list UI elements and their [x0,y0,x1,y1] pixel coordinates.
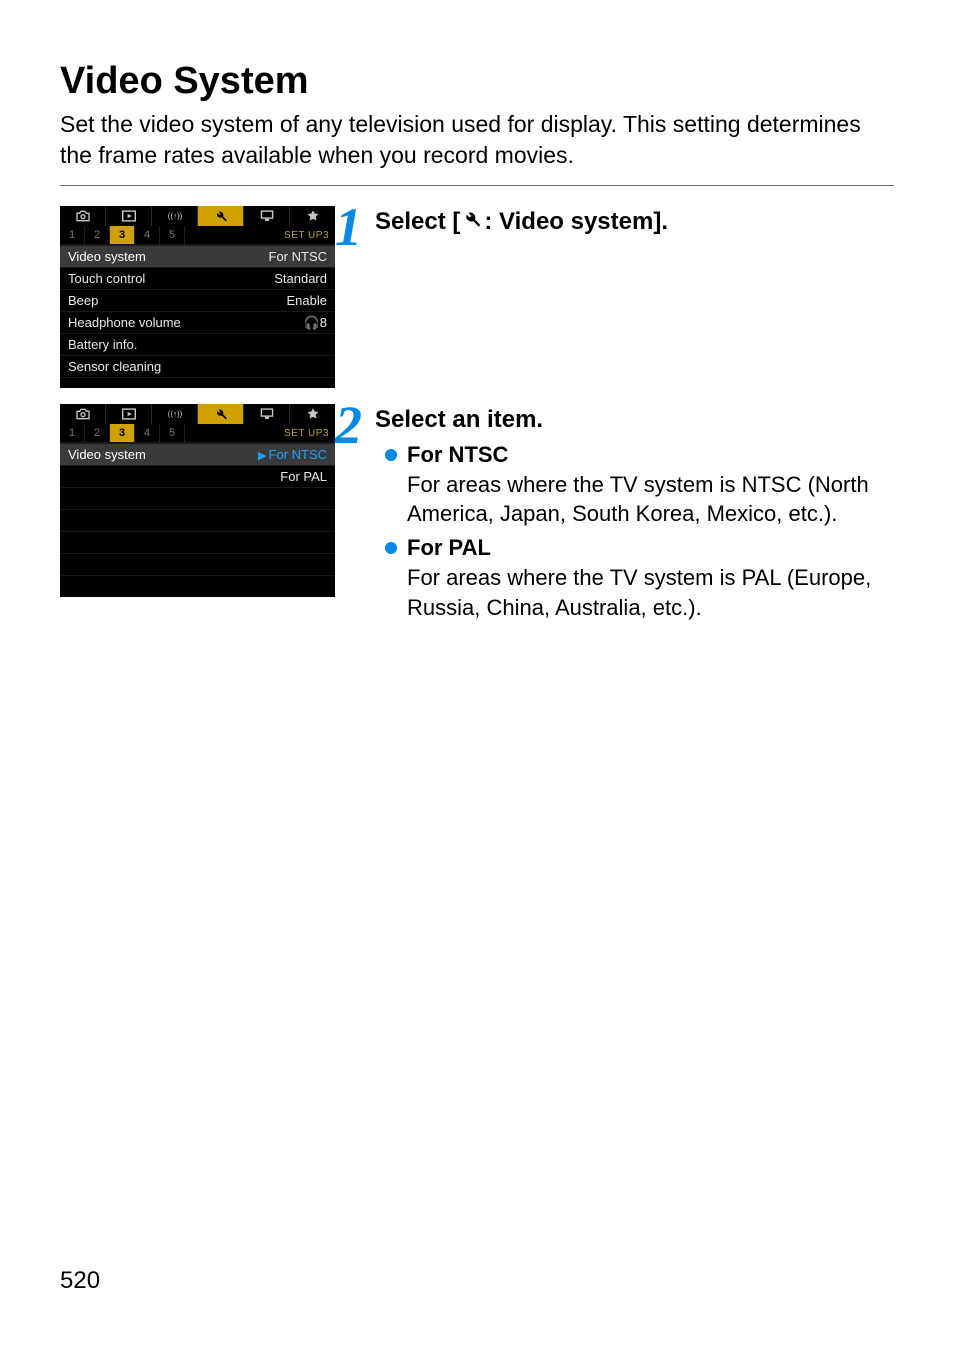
camera-menu-screenshot-2: ((↑))12345SET UP3Video system▶For NTSCFo… [60,404,335,597]
menu-row: For PAL [60,465,335,487]
svg-text:((↑)): ((↑)) [167,410,182,419]
menu-row: Video systemFor NTSC [60,245,335,267]
menu-tab-display-icon [244,206,290,226]
menu-subtab-4: 4 [135,226,160,244]
menu-subtab-2: 2 [85,226,110,244]
page-title: Video System [60,60,894,103]
menu-tab-camera-icon [60,206,106,226]
menu-row: Battery info. [60,333,335,355]
step-1-headline: Select [ : Video system]. [375,208,894,236]
menu-row: BeepEnable [60,289,335,311]
menu-row-label: Touch control [68,271,274,286]
menu-subtab-label: SET UP3 [278,424,335,442]
menu-row-value: 🎧8 [304,315,327,331]
menu-tab-wifi-icon: ((↑)) [152,404,198,424]
menu-row-empty [60,487,335,509]
menu-row-empty [60,509,335,531]
menu-row: Touch controlStandard [60,267,335,289]
menu-tab-display-icon [244,404,290,424]
menu-row-value: For PAL [280,469,327,484]
divider [60,185,894,186]
menu-row-label: Beep [68,293,287,308]
page-number: 520 [60,1267,100,1295]
menu-tab-camera-icon [60,404,106,424]
step-number-2: 2 [335,404,369,447]
menu-row-empty [60,553,335,575]
bullet-pal-head: For PAL [407,533,894,563]
bullet-pal: For PAL For areas where the TV system is… [385,533,894,622]
menu-tab-wrench-icon [198,404,244,424]
menu-row-label: Battery info. [68,337,327,352]
menu-row-value: Standard [274,271,327,286]
menu-row-empty [60,531,335,553]
menu-subtab-3: 3 [110,424,135,442]
step-2: ((↑))12345SET UP3Video system▶For NTSCFo… [60,404,894,626]
step-1-headline-prefix: Select [ [375,208,460,236]
menu-subtab-5: 5 [160,226,185,244]
bullet-ntsc: For NTSC For areas where the TV system i… [385,440,894,529]
menu-tab-wrench-icon [198,206,244,226]
bullet-ntsc-head: For NTSC [407,440,894,470]
svg-text:((↑)): ((↑)) [167,212,182,221]
menu-row-empty [60,575,335,597]
menu-subtab-1: 1 [60,424,85,442]
menu-row-label: Video system [68,249,269,264]
wrench-icon [462,208,482,236]
menu-row: Video system▶For NTSC [60,443,335,465]
caret-right-icon: ▶ [258,450,266,462]
camera-menu-screenshot-1: ((↑))12345SET UP3Video systemFor NTSCTou… [60,206,335,388]
step-1: ((↑))12345SET UP3Video systemFor NTSCTou… [60,206,894,388]
step-2-headline: Select an item. [375,406,894,434]
menu-tab-star-icon [290,404,335,424]
bullet-ntsc-desc: For areas where the TV system is NTSC (N… [407,470,894,529]
menu-subtab-3: 3 [110,226,135,244]
menu-tab-play-icon [106,404,152,424]
menu-row-label: Sensor cleaning [68,359,327,374]
menu-row: Sensor cleaning [60,355,335,377]
menu-row-label: Video system [68,447,258,462]
menu-tab-play-icon [106,206,152,226]
menu-tab-wifi-icon: ((↑)) [152,206,198,226]
intro-text: Set the video system of any television u… [60,109,894,171]
menu-subtab-5: 5 [160,424,185,442]
menu-row-label: Headphone volume [68,315,304,330]
menu-subtab-1: 1 [60,226,85,244]
menu-subtab-2: 2 [85,424,110,442]
menu-tab-star-icon [290,206,335,226]
menu-row: Headphone volume🎧8 [60,311,335,333]
menu-subtab-4: 4 [135,424,160,442]
menu-row-value: Enable [287,293,327,308]
step-number-1: 1 [335,206,369,249]
menu-row-value: ▶For NTSC [258,447,327,462]
step-1-headline-suffix: : Video system]. [484,208,668,236]
step-2-bullets: For NTSC For areas where the TV system i… [375,440,894,622]
menu-row-value: For NTSC [269,249,328,264]
menu-subtab-label: SET UP3 [278,226,335,244]
bullet-pal-desc: For areas where the TV system is PAL (Eu… [407,563,894,622]
